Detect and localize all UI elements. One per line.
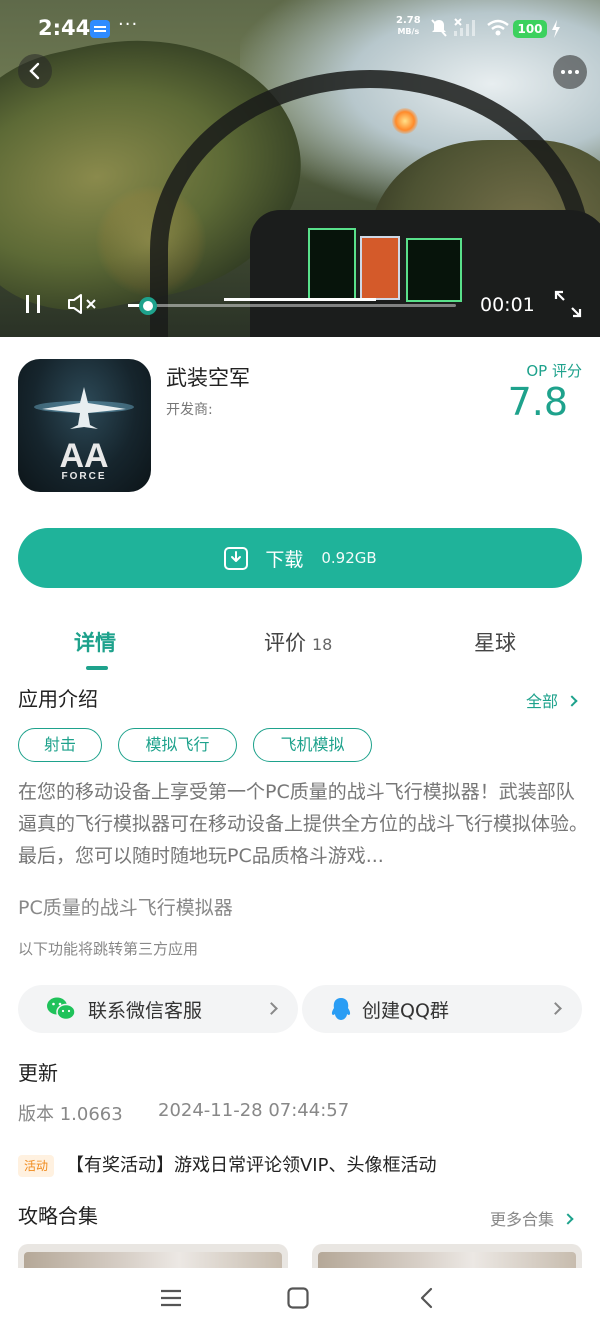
battery-level: 100 bbox=[513, 20, 547, 38]
back-button[interactable] bbox=[18, 54, 52, 88]
app-icon-logo-subtext: FORCE bbox=[62, 471, 107, 482]
update-title: 更新 bbox=[18, 1061, 58, 1085]
tab-reviews-label: 评价 bbox=[264, 631, 306, 655]
guides-title: 攻略合集 bbox=[18, 1204, 98, 1228]
status-time: 2:44 bbox=[38, 16, 91, 40]
more-guides-label: 更多合集 bbox=[490, 1210, 555, 1229]
tag-shooting[interactable]: 射击 bbox=[18, 728, 102, 762]
tab-details[interactable]: 详情 bbox=[74, 627, 116, 657]
chevron-right-icon bbox=[566, 694, 578, 707]
tab-reviews-count: 18 bbox=[312, 635, 333, 654]
more-guides-link[interactable]: 更多合集 bbox=[490, 1206, 574, 1230]
menu-icon[interactable] bbox=[159, 1286, 183, 1310]
create-qq-group-label: 创建QQ群 bbox=[362, 1000, 449, 1022]
video-controls: 00:01 bbox=[0, 270, 600, 337]
video-progress-handle[interactable] bbox=[139, 297, 157, 315]
download-button[interactable]: 下载 0.92GB bbox=[18, 528, 582, 588]
contact-wechat-label: 联系微信客服 bbox=[88, 1000, 203, 1022]
app-description[interactable]: 在您的移动设备上享受第一个PC质量的战斗飞行模拟器！武装部队逼真的飞行模拟器可在… bbox=[18, 776, 588, 872]
video-current-time: 00:01 bbox=[480, 294, 535, 316]
wifi-icon bbox=[487, 19, 509, 36]
chevron-right-icon bbox=[549, 1002, 562, 1015]
tab-active-indicator bbox=[86, 666, 108, 670]
update-date: 2024-11-28 07:44:57 bbox=[158, 1100, 350, 1121]
more-options-button[interactable] bbox=[553, 55, 587, 89]
app-name: 武装空军 bbox=[166, 366, 250, 390]
network-speed-value: 2.78 bbox=[396, 15, 421, 26]
video-player[interactable]: 2:44 ··· 2.78 MB/s 100 00:01 bbox=[0, 0, 600, 337]
system-nav-bar bbox=[0, 1268, 600, 1333]
video-progress-track[interactable] bbox=[128, 304, 456, 307]
download-size: 0.92GB bbox=[321, 549, 377, 567]
app-icon-logo-text: AA bbox=[59, 437, 108, 475]
more-horizontal-icon bbox=[561, 70, 579, 74]
video-buffer-segment bbox=[224, 298, 376, 301]
charging-icon bbox=[552, 20, 560, 38]
activity-link[interactable]: 【有奖活动】游戏日常评论领VIP、头像框活动 bbox=[66, 1151, 436, 1177]
status-more-dots: ··· bbox=[118, 14, 139, 35]
jet-logo-icon: AA FORCE bbox=[34, 387, 134, 482]
network-speed-unit: MB/s bbox=[397, 27, 420, 36]
tab-reviews[interactable]: 评价 18 bbox=[264, 627, 332, 657]
status-bar: 2:44 ··· 2.78 MB/s 100 bbox=[0, 0, 600, 58]
contact-wechat-button[interactable]: 联系微信客服 bbox=[18, 985, 298, 1033]
qq-icon bbox=[331, 998, 351, 1020]
chevron-right-icon bbox=[562, 1212, 574, 1225]
tag-aircraft-sim[interactable]: 飞机模拟 bbox=[253, 728, 372, 762]
intro-all-label: 全部 bbox=[526, 692, 559, 711]
download-icon bbox=[224, 547, 249, 570]
activity-badge: 活动 bbox=[18, 1155, 54, 1177]
guide-card[interactable] bbox=[18, 1244, 288, 1268]
signal-off-icon bbox=[454, 18, 475, 36]
score-label: OP 评分 bbox=[526, 362, 582, 380]
intro-all-link[interactable]: 全部 bbox=[526, 688, 578, 712]
developer-label: 开发商: bbox=[166, 402, 213, 418]
app-subtitle: PC质量的战斗飞行模拟器 bbox=[18, 897, 233, 919]
pause-icon[interactable] bbox=[22, 292, 44, 316]
score-value: 7.8 bbox=[507, 380, 568, 424]
nav-back-icon[interactable] bbox=[415, 1286, 439, 1310]
intro-title: 应用介绍 bbox=[18, 687, 98, 711]
bell-muted-icon bbox=[431, 19, 447, 37]
app-icon: AA FORCE bbox=[18, 359, 151, 492]
create-qq-group-button[interactable]: 创建QQ群 bbox=[302, 985, 582, 1033]
guide-card[interactable] bbox=[312, 1244, 582, 1268]
home-square-icon[interactable] bbox=[286, 1286, 310, 1310]
wechat-icon bbox=[47, 997, 76, 1021]
tag-flight-sim[interactable]: 模拟飞行 bbox=[118, 728, 237, 762]
version-text: 版本 1.0663 bbox=[18, 1104, 123, 1125]
tab-planet[interactable]: 星球 bbox=[474, 627, 516, 657]
download-label: 下载 bbox=[265, 548, 304, 571]
third-party-note: 以下功能将跳转第三方应用 bbox=[18, 940, 199, 958]
fullscreen-icon[interactable] bbox=[553, 289, 583, 319]
chevron-left-icon bbox=[29, 62, 40, 80]
chevron-right-icon bbox=[265, 1002, 278, 1015]
notification-app-icon bbox=[90, 20, 110, 38]
network-speed: 2.78 MB/s bbox=[396, 15, 421, 37]
volume-mute-icon[interactable] bbox=[66, 292, 100, 316]
